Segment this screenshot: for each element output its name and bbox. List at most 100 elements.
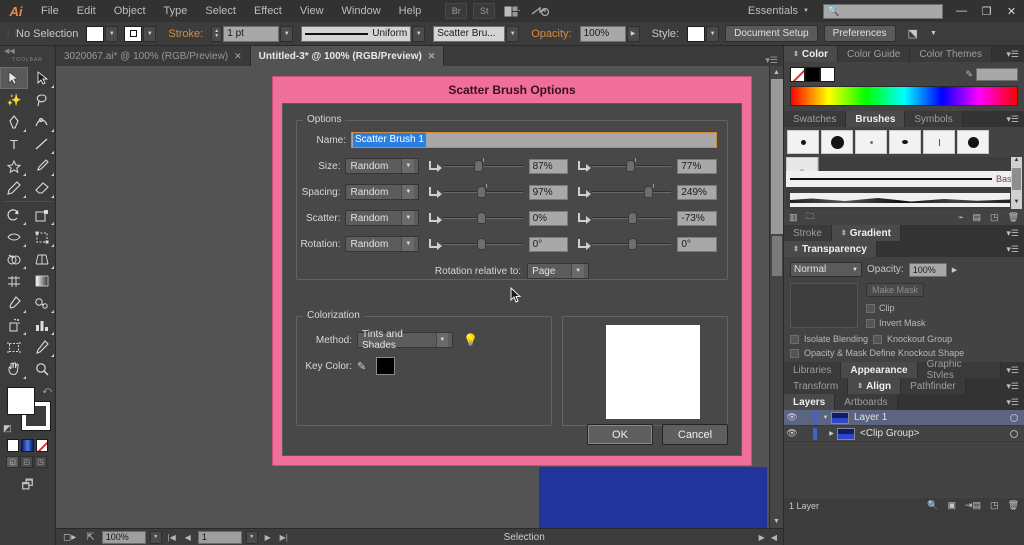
tab-gradient[interactable]: ⇕ Gradient (831, 225, 901, 241)
expand-triangle-icon[interactable]: ▼ (820, 415, 831, 421)
selection-tool[interactable] (0, 67, 28, 89)
brush-definition-dropdown[interactable]: ▼ (506, 25, 520, 42)
isolate-blending-checkbox[interactable] (790, 334, 799, 344)
column-graph-tool[interactable] (28, 314, 56, 336)
status-menu-icon[interactable]: ▶ (759, 533, 765, 542)
next-artboard-button[interactable]: ▶ (262, 533, 274, 542)
slider-thumb[interactable] (644, 186, 654, 198)
stock-icon[interactable]: St (473, 3, 496, 19)
restore-button[interactable]: ❐ (974, 1, 999, 21)
menu-select[interactable]: Select (196, 0, 245, 22)
search-input[interactable]: 🔍 (823, 3, 943, 19)
hand-tool[interactable] (0, 358, 28, 380)
gradient-mode[interactable] (21, 439, 34, 452)
tab-stroke[interactable]: Stroke (784, 225, 832, 241)
tab-color-themes[interactable]: Color Themes (910, 46, 992, 62)
close-button[interactable]: ✕ (999, 1, 1024, 21)
lasso-tool[interactable] (28, 89, 56, 111)
size-mode-combo[interactable]: Random ▼ (345, 158, 420, 174)
visibility-eye-icon[interactable]: 👁 (784, 412, 800, 423)
scroll-down-icon[interactable]: ▼ (770, 515, 783, 528)
document-setup-button[interactable]: Document Setup (725, 25, 818, 42)
artboard-dropdown[interactable]: ▼ (245, 530, 258, 544)
fill-dropdown-arrow[interactable]: ▼ (105, 25, 119, 42)
color-panel-menu-icon[interactable]: ▾☰ (1001, 46, 1024, 62)
scatter-min-slider[interactable] (429, 210, 523, 226)
spacing-max-slider[interactable] (578, 184, 672, 200)
stroke-profile-combo[interactable]: Uniform (301, 25, 412, 42)
rotation-max-slider[interactable] (578, 236, 672, 252)
size-min-input[interactable]: 87% (528, 158, 569, 174)
slider-thumb[interactable] (477, 212, 487, 224)
solid-color-mode[interactable] (7, 439, 20, 452)
gradient-panel-menu-icon[interactable]: ▾☰ (1001, 225, 1024, 241)
tab-color-guide[interactable]: Color Guide (837, 46, 911, 62)
brush-name-input[interactable]: Scatter Brush 1 (351, 132, 717, 148)
power-icon[interactable] (529, 3, 551, 19)
delete-brush-icon[interactable]: 🗑 (1008, 212, 1019, 223)
libraries-panel-icon[interactable]: 🗀 (806, 209, 815, 225)
layers-panel-menu-icon[interactable]: ▾☰ (1001, 394, 1024, 410)
blend-mode-combo[interactable]: Normal ▼ (790, 262, 862, 277)
cancel-button[interactable]: Cancel (662, 424, 728, 445)
magic-wand-tool[interactable]: ✨ (0, 89, 28, 111)
pen-tool[interactable] (0, 111, 28, 133)
rotation-mode-combo[interactable]: Random ▼ (345, 236, 420, 252)
slider-thumb[interactable] (628, 238, 638, 250)
tab-color[interactable]: ⇕ Color (784, 46, 838, 62)
share-icon[interactable]: ⇱ (83, 532, 97, 543)
artboard-tool[interactable] (0, 336, 28, 358)
round-dot-brush[interactable] (957, 130, 989, 154)
tab-artboards[interactable]: Artboards (835, 394, 898, 410)
spacing-min-slider[interactable] (429, 184, 523, 200)
create-sublayer-icon[interactable]: ⇥▤ (965, 500, 981, 511)
rotation-relative-combo[interactable]: Page ▼ (527, 263, 590, 279)
rotation-max-input[interactable]: 0° (677, 236, 717, 252)
menu-edit[interactable]: Edit (68, 0, 105, 22)
zoom-level-input[interactable]: 100% (101, 530, 146, 544)
tab-graphic-styles[interactable]: Graphic Styles (917, 359, 1002, 381)
paintbrush-tool[interactable] (28, 155, 56, 177)
menu-help[interactable]: Help (390, 0, 431, 22)
tab-swatches[interactable]: Swatches (784, 111, 847, 127)
stroke-weight-dropdown[interactable]: ▼ (280, 25, 294, 42)
fill-color-swatch[interactable] (86, 25, 105, 42)
scatter-max-input[interactable]: -73% (677, 210, 717, 226)
opacity-slider-arrow[interactable]: ▶ (952, 266, 957, 274)
close-icon[interactable]: ✕ (234, 51, 242, 62)
tab-appearance[interactable]: Appearance (841, 362, 918, 378)
layers-empty-area[interactable] (784, 442, 1024, 497)
menu-type[interactable]: Type (155, 0, 197, 22)
canvas-vertical-scrollbar[interactable]: ▲ ▼ (769, 66, 783, 528)
transparency-opacity-input[interactable]: 100% (908, 262, 947, 277)
draw-normal[interactable]: ◱ (6, 456, 19, 468)
black-color-swatch[interactable] (805, 67, 820, 82)
clip-checkbox[interactable] (866, 303, 875, 313)
artwork-object[interactable] (539, 467, 767, 528)
change-screen-mode[interactable]: 🗗 (0, 468, 55, 498)
arrange-documents-icon[interactable] (501, 3, 523, 19)
brush-libraries-icon[interactable]: ▥ (789, 212, 798, 223)
gradient-tool[interactable] (28, 270, 56, 292)
preferences-button[interactable]: Preferences (823, 25, 896, 42)
tools-panel-collapse[interactable]: ◀◀ (0, 46, 55, 57)
art-brush-preview[interactable] (790, 193, 1010, 207)
new-brush-icon[interactable]: ◳ (990, 212, 999, 223)
spacing-max-input[interactable]: 249% (677, 184, 717, 200)
brushes-panel-menu-icon[interactable]: ▾☰ (1001, 111, 1024, 127)
scroll-thumb[interactable] (1012, 168, 1021, 190)
layer-name[interactable]: Layer 1 (854, 412, 887, 423)
knockout-group-checkbox[interactable] (873, 334, 883, 344)
document-tab-2[interactable]: Untitled-3* @ 100% (RGB/Preview) ✕ (250, 46, 445, 66)
perspective-grid-tool[interactable] (28, 248, 56, 270)
stroke-profile-dropdown[interactable]: ▼ (412, 25, 426, 42)
prev-artboard-button[interactable]: ◀ (182, 533, 194, 542)
size-max-slider[interactable] (578, 158, 672, 174)
free-transform-tool[interactable] (28, 226, 56, 248)
first-artboard-button[interactable]: |◀ (166, 533, 178, 542)
close-icon[interactable]: ✕ (428, 51, 436, 62)
tab-layers[interactable]: Layers (784, 394, 836, 410)
slider-thumb[interactable] (628, 212, 638, 224)
spacing-mode-combo[interactable]: Random ▼ (345, 184, 420, 200)
swap-fill-stroke-icon[interactable]: ⤺ (42, 385, 52, 396)
